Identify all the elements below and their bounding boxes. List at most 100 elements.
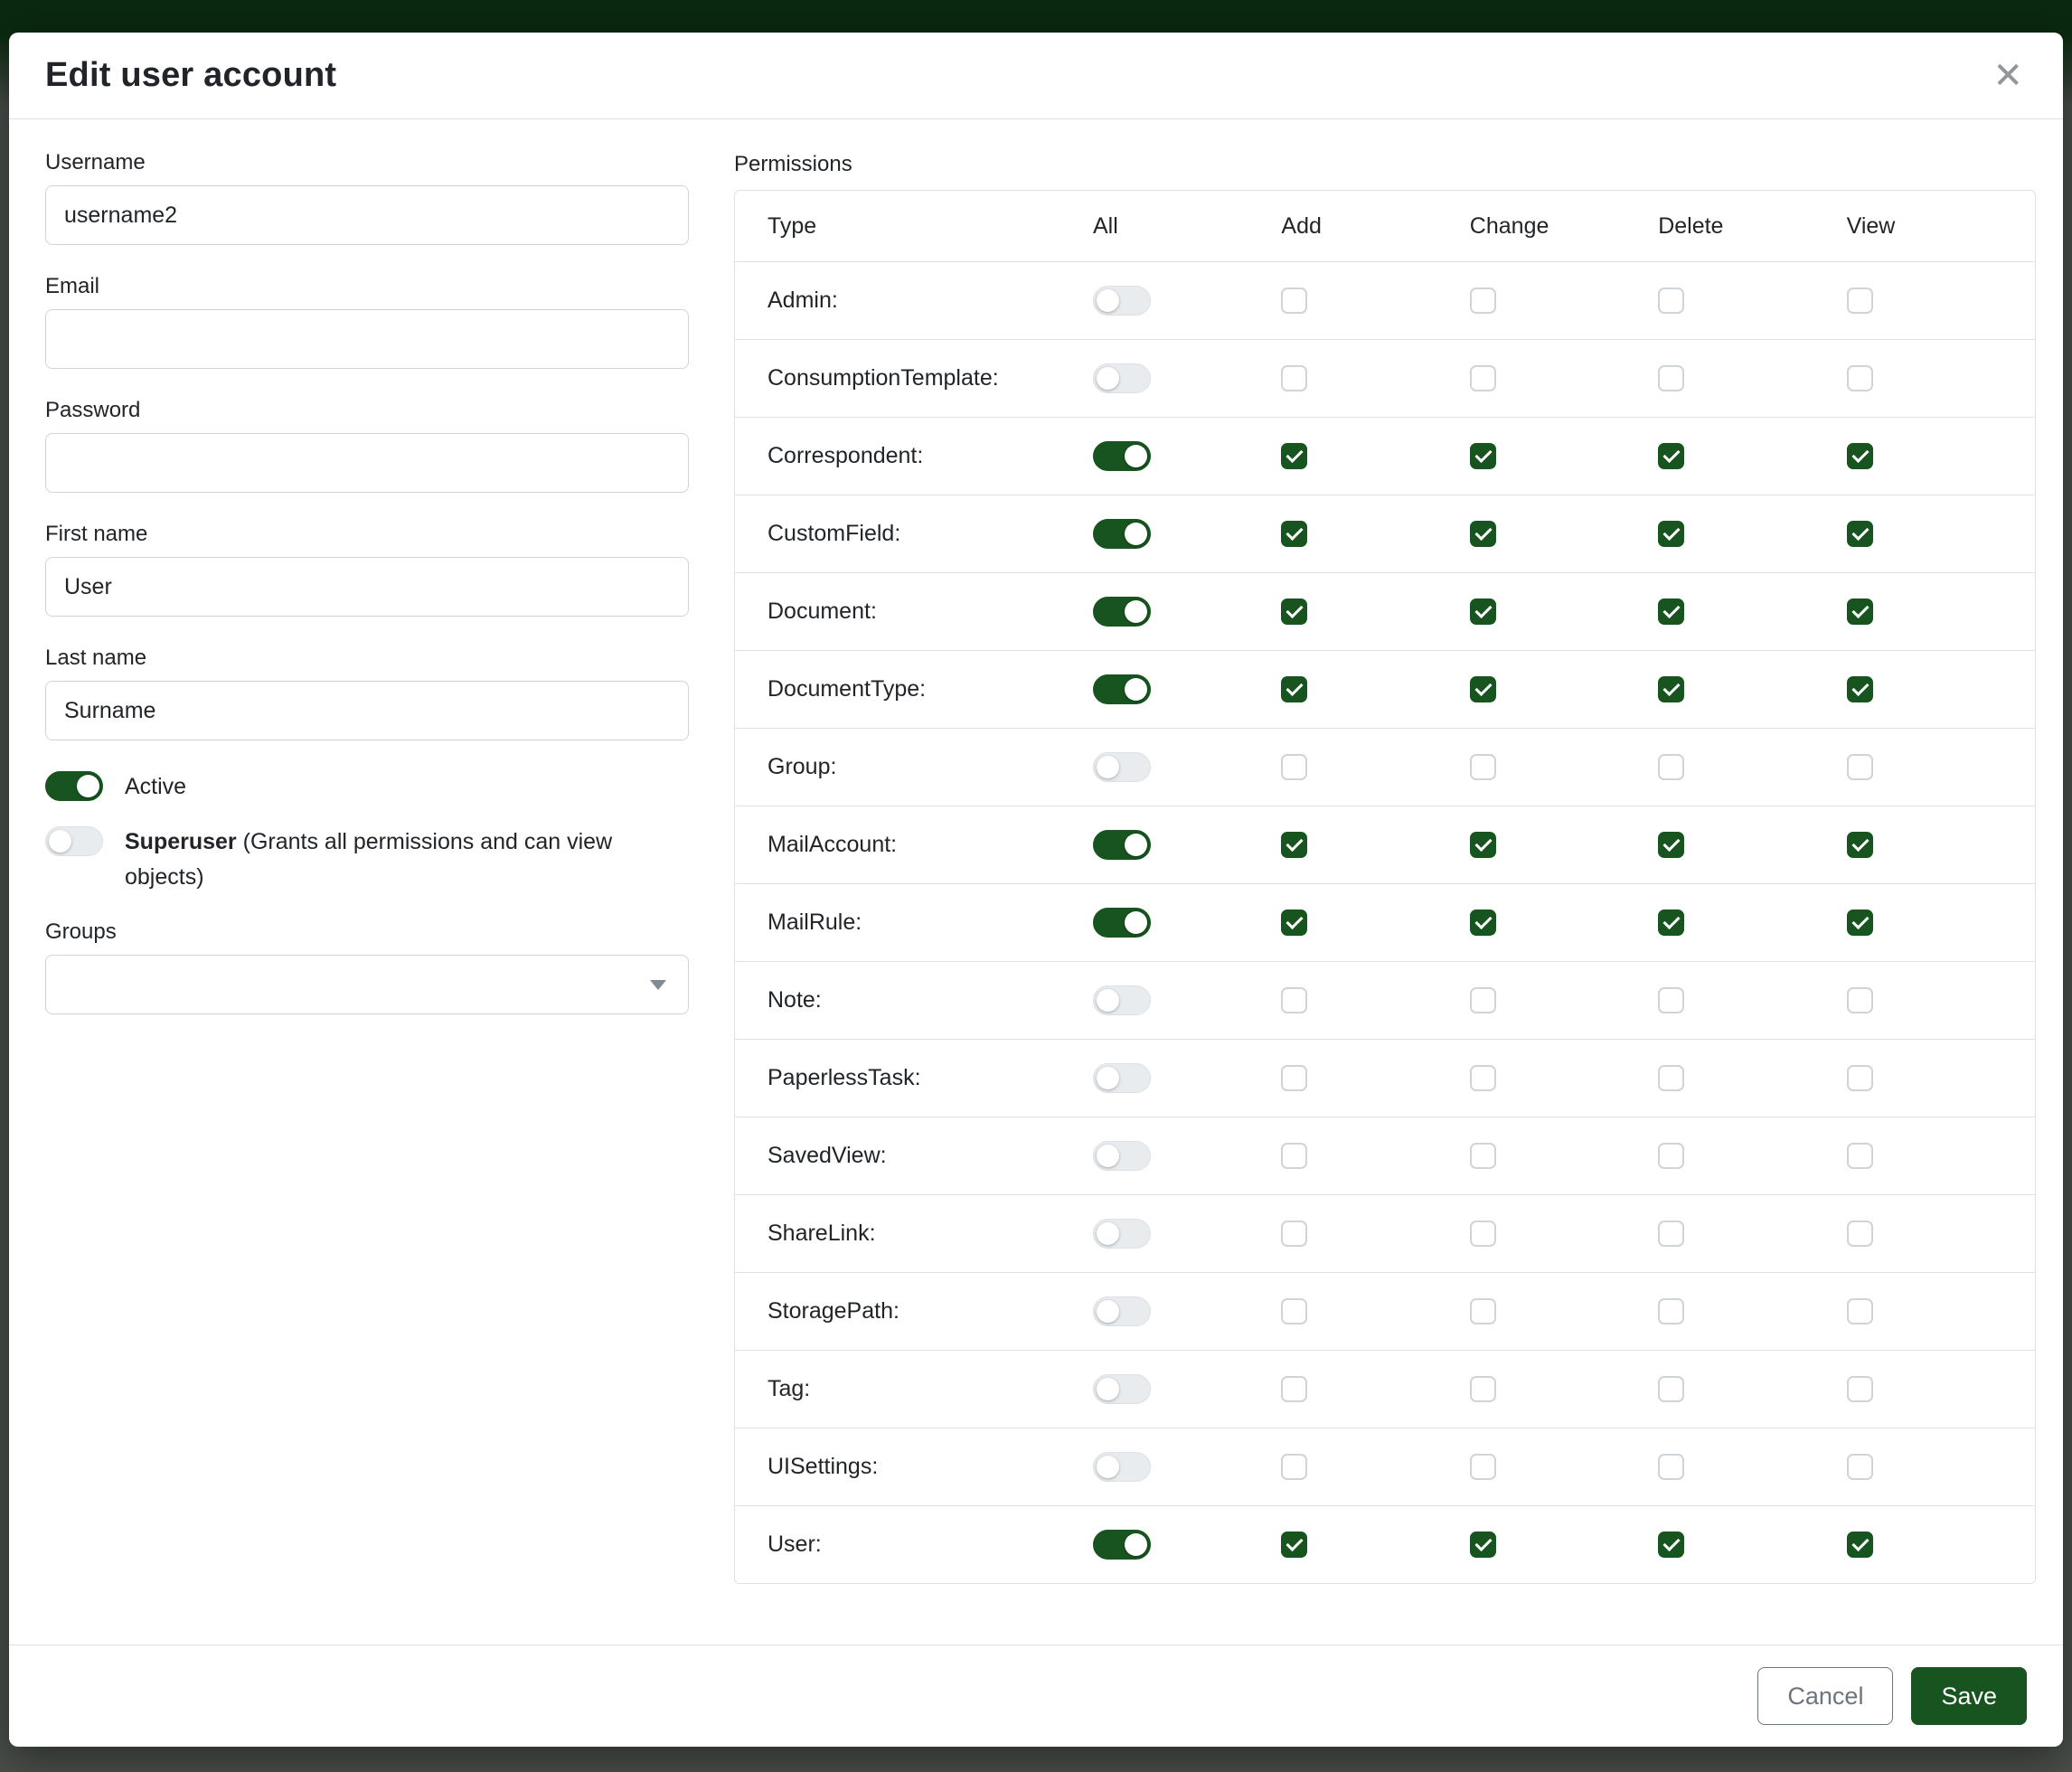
permission-view-checkbox[interactable] bbox=[1847, 521, 1873, 547]
email-input[interactable] bbox=[45, 309, 689, 369]
permission-add-checkbox[interactable] bbox=[1281, 754, 1307, 780]
permission-delete-checkbox[interactable] bbox=[1658, 1298, 1684, 1324]
permission-view-checkbox[interactable] bbox=[1847, 287, 1873, 314]
permission-delete-checkbox[interactable] bbox=[1658, 287, 1684, 314]
permission-view-checkbox[interactable] bbox=[1847, 1298, 1873, 1324]
permission-delete-checkbox[interactable] bbox=[1658, 987, 1684, 1013]
permission-add-checkbox[interactable] bbox=[1281, 832, 1307, 858]
permission-add-checkbox[interactable] bbox=[1281, 287, 1307, 314]
permission-all-toggle[interactable] bbox=[1093, 441, 1151, 471]
permission-change-checkbox[interactable] bbox=[1470, 1221, 1496, 1247]
permissions-table-row: CustomField: bbox=[735, 495, 2035, 572]
permission-all-toggle[interactable] bbox=[1093, 363, 1151, 393]
permission-view-checkbox[interactable] bbox=[1847, 832, 1873, 858]
permission-add-checkbox[interactable] bbox=[1281, 1532, 1307, 1558]
password-label: Password bbox=[45, 398, 689, 423]
permission-change-checkbox[interactable] bbox=[1470, 754, 1496, 780]
permission-change-checkbox[interactable] bbox=[1470, 365, 1496, 391]
permission-delete-checkbox[interactable] bbox=[1658, 1143, 1684, 1169]
permission-change-checkbox[interactable] bbox=[1470, 1298, 1496, 1324]
permission-all-toggle[interactable] bbox=[1093, 985, 1151, 1015]
permission-add-checkbox[interactable] bbox=[1281, 1454, 1307, 1480]
permission-change-checkbox[interactable] bbox=[1470, 1143, 1496, 1169]
permission-add-checkbox[interactable] bbox=[1281, 1221, 1307, 1247]
permission-type-label: User: bbox=[768, 1532, 1093, 1558]
permission-change-checkbox[interactable] bbox=[1470, 1065, 1496, 1091]
permission-all-toggle[interactable] bbox=[1093, 1296, 1151, 1326]
permission-delete-checkbox[interactable] bbox=[1658, 1221, 1684, 1247]
permission-view-checkbox[interactable] bbox=[1847, 443, 1873, 469]
permission-delete-checkbox[interactable] bbox=[1658, 1532, 1684, 1558]
permission-view-checkbox[interactable] bbox=[1847, 1221, 1873, 1247]
permission-delete-checkbox[interactable] bbox=[1658, 521, 1684, 547]
permission-add-checkbox[interactable] bbox=[1281, 365, 1307, 391]
superuser-toggle[interactable] bbox=[45, 826, 103, 856]
permission-all-toggle[interactable] bbox=[1093, 1530, 1151, 1560]
permission-add-checkbox[interactable] bbox=[1281, 987, 1307, 1013]
permission-delete-checkbox[interactable] bbox=[1658, 832, 1684, 858]
permission-all-toggle[interactable] bbox=[1093, 908, 1151, 938]
permission-all-toggle[interactable] bbox=[1093, 752, 1151, 782]
active-toggle[interactable] bbox=[45, 771, 103, 801]
permission-change-checkbox[interactable] bbox=[1470, 910, 1496, 936]
permission-all-toggle[interactable] bbox=[1093, 1063, 1151, 1093]
permissions-table-row: DocumentType: bbox=[735, 650, 2035, 728]
permission-delete-checkbox[interactable] bbox=[1658, 910, 1684, 936]
permission-add-checkbox[interactable] bbox=[1281, 443, 1307, 469]
permission-view-checkbox[interactable] bbox=[1847, 754, 1873, 780]
permission-view-checkbox[interactable] bbox=[1847, 365, 1873, 391]
permission-add-checkbox[interactable] bbox=[1281, 676, 1307, 702]
permission-change-checkbox[interactable] bbox=[1470, 287, 1496, 314]
permission-add-checkbox[interactable] bbox=[1281, 1376, 1307, 1402]
permission-change-checkbox[interactable] bbox=[1470, 1454, 1496, 1480]
permission-view-checkbox[interactable] bbox=[1847, 1376, 1873, 1402]
permission-change-checkbox[interactable] bbox=[1470, 987, 1496, 1013]
permission-view-checkbox[interactable] bbox=[1847, 987, 1873, 1013]
permission-delete-checkbox[interactable] bbox=[1658, 754, 1684, 780]
password-input[interactable] bbox=[45, 433, 689, 493]
permission-delete-checkbox[interactable] bbox=[1658, 365, 1684, 391]
permission-all-toggle[interactable] bbox=[1093, 674, 1151, 704]
permission-view-checkbox[interactable] bbox=[1847, 910, 1873, 936]
permission-view-checkbox[interactable] bbox=[1847, 599, 1873, 625]
close-icon[interactable]: ✕ bbox=[1992, 58, 2023, 94]
permission-add-checkbox[interactable] bbox=[1281, 1143, 1307, 1169]
permission-delete-checkbox[interactable] bbox=[1658, 443, 1684, 469]
cancel-button[interactable]: Cancel bbox=[1757, 1667, 1893, 1725]
permission-view-checkbox[interactable] bbox=[1847, 676, 1873, 702]
permission-all-toggle[interactable] bbox=[1093, 1219, 1151, 1249]
permission-all-toggle[interactable] bbox=[1093, 519, 1151, 549]
permission-add-checkbox[interactable] bbox=[1281, 1065, 1307, 1091]
permission-delete-checkbox[interactable] bbox=[1658, 1454, 1684, 1480]
permission-view-checkbox[interactable] bbox=[1847, 1454, 1873, 1480]
permission-all-toggle[interactable] bbox=[1093, 1374, 1151, 1404]
username-input[interactable] bbox=[45, 185, 689, 245]
permission-delete-checkbox[interactable] bbox=[1658, 1376, 1684, 1402]
last-name-input[interactable] bbox=[45, 681, 689, 740]
permission-change-checkbox[interactable] bbox=[1470, 676, 1496, 702]
permission-all-toggle[interactable] bbox=[1093, 1452, 1151, 1482]
permission-delete-checkbox[interactable] bbox=[1658, 1065, 1684, 1091]
permission-add-checkbox[interactable] bbox=[1281, 521, 1307, 547]
first-name-input[interactable] bbox=[45, 557, 689, 617]
permission-change-checkbox[interactable] bbox=[1470, 521, 1496, 547]
permission-add-checkbox[interactable] bbox=[1281, 599, 1307, 625]
permission-all-toggle[interactable] bbox=[1093, 830, 1151, 860]
permission-all-toggle[interactable] bbox=[1093, 597, 1151, 627]
permission-add-checkbox[interactable] bbox=[1281, 1298, 1307, 1324]
permission-all-toggle[interactable] bbox=[1093, 286, 1151, 316]
permission-view-checkbox[interactable] bbox=[1847, 1065, 1873, 1091]
permission-view-checkbox[interactable] bbox=[1847, 1143, 1873, 1169]
permission-change-checkbox[interactable] bbox=[1470, 832, 1496, 858]
permission-delete-checkbox[interactable] bbox=[1658, 676, 1684, 702]
permission-change-checkbox[interactable] bbox=[1470, 443, 1496, 469]
permission-change-checkbox[interactable] bbox=[1470, 1532, 1496, 1558]
permission-view-checkbox[interactable] bbox=[1847, 1532, 1873, 1558]
groups-select[interactable] bbox=[45, 955, 689, 1014]
permission-delete-checkbox[interactable] bbox=[1658, 599, 1684, 625]
permission-all-toggle[interactable] bbox=[1093, 1141, 1151, 1171]
save-button[interactable]: Save bbox=[1911, 1667, 2027, 1725]
permission-change-checkbox[interactable] bbox=[1470, 599, 1496, 625]
permission-change-checkbox[interactable] bbox=[1470, 1376, 1496, 1402]
permission-add-checkbox[interactable] bbox=[1281, 910, 1307, 936]
